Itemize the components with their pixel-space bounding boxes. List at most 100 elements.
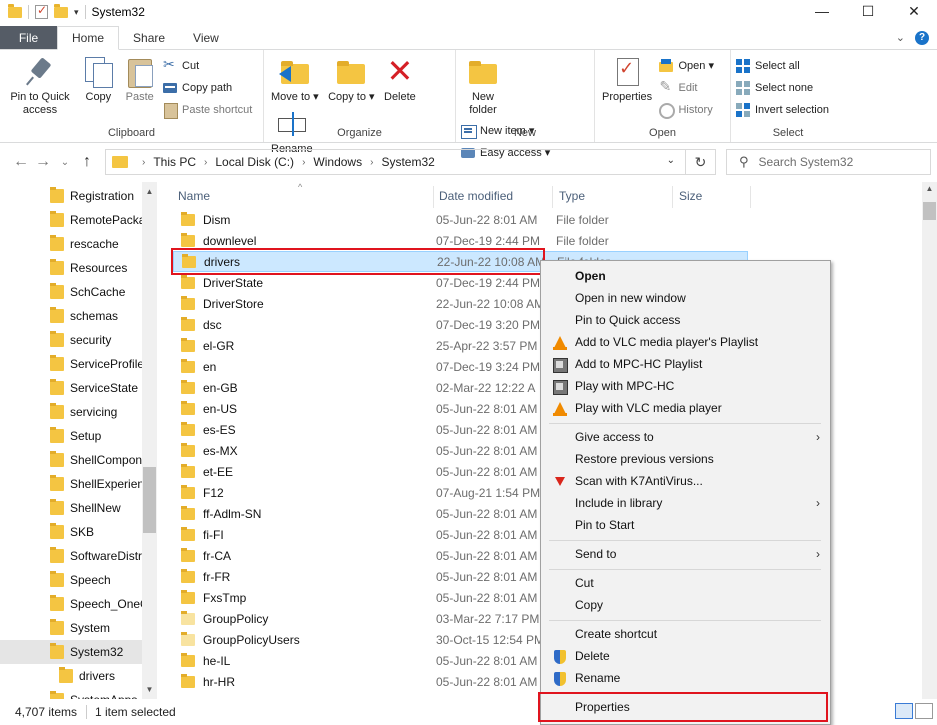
nav-item[interactable]: servicing [0, 400, 142, 424]
nav-item[interactable]: Registration [0, 184, 142, 208]
tab-file[interactable]: File [0, 26, 57, 49]
menu-item-scan-k7[interactable]: Scan with K7AntiVirus... [543, 470, 828, 492]
properties-icon[interactable] [35, 3, 48, 19]
nav-item[interactable]: ShellNew [0, 496, 142, 520]
menu-item-play-mpc[interactable]: Play with MPC-HC [543, 375, 828, 397]
menu-item-play-vlc[interactable]: Play with VLC media player [543, 397, 828, 419]
select-none-button[interactable]: Select none [735, 78, 829, 97]
chevron-down-icon[interactable]: ⌄ [667, 155, 675, 166]
breadcrumb-this-pc[interactable]: This PC [153, 155, 196, 169]
menu-item-rename[interactable]: Rename [543, 667, 828, 689]
menu-item-open-new-window[interactable]: Open in new window [543, 287, 828, 309]
chevron-right-icon[interactable]: › [204, 157, 207, 168]
nav-item[interactable]: ShellCompon [0, 448, 142, 472]
column-header-size[interactable]: Size [679, 182, 702, 210]
nav-item[interactable]: RemotePacka [0, 208, 142, 232]
copy-button[interactable]: Copy [79, 54, 117, 106]
nav-item[interactable]: schemas [0, 304, 142, 328]
edit-button[interactable]: Edit [658, 78, 714, 97]
breadcrumb-local-disk[interactable]: Local Disk (C:) [215, 155, 294, 169]
nav-item[interactable]: ShellExperien [0, 472, 142, 496]
file-row[interactable]: Dism 05-Jun-22 8:01 AM File folder [173, 209, 748, 230]
search-input[interactable]: ⚲ Search System32 [726, 149, 931, 175]
scroll-up-icon[interactable]: ▲ [142, 184, 157, 199]
file-row[interactable]: downlevel 07-Dec-19 2:44 PM File folder [173, 230, 748, 251]
paste-shortcut-button[interactable]: Paste shortcut [162, 100, 252, 119]
up-arrow-icon[interactable]: ↑ [76, 153, 98, 171]
menu-item-delete[interactable]: Delete [543, 645, 828, 667]
nav-item[interactable]: SystemApps [0, 688, 142, 699]
pin-to-quick-access-button[interactable]: Pin to Quick access [4, 54, 76, 119]
nav-item[interactable]: Setup [0, 424, 142, 448]
nav-item[interactable]: System [0, 616, 142, 640]
invert-selection-button[interactable]: Invert selection [735, 100, 829, 119]
menu-item-pin-start[interactable]: Pin to Start [543, 514, 828, 536]
open-button[interactable]: Open ▾ [658, 56, 714, 75]
nav-item[interactable]: SoftwareDistr [0, 544, 142, 568]
paste-button[interactable]: Paste [121, 54, 159, 106]
nav-scrollbar[interactable]: ▲ ▼ [142, 182, 157, 699]
scroll-down-icon[interactable]: ▼ [142, 682, 157, 697]
new-folder-button[interactable]: New folder [460, 54, 506, 119]
nav-item[interactable]: System32 [0, 640, 142, 664]
details-view-icon[interactable] [895, 703, 913, 719]
address-bar[interactable]: › This PC › Local Disk (C:) › Windows › Syst… [105, 149, 716, 175]
maximize-button[interactable]: ☐ [845, 0, 891, 22]
expand-ribbon-icon[interactable]: ⌄ [896, 31, 905, 44]
nav-item[interactable]: Speech [0, 568, 142, 592]
delete-button[interactable]: ✕ Delete [381, 54, 419, 106]
copy-to-button[interactable]: Copy to ▾ [325, 54, 378, 106]
nav-item[interactable]: ServiceState [0, 376, 142, 400]
close-button[interactable]: ✕ [891, 0, 937, 22]
menu-item-open[interactable]: Open [543, 265, 828, 287]
select-all-button[interactable]: Select all [735, 56, 829, 75]
menu-item-restore-versions[interactable]: Restore previous versions [543, 448, 828, 470]
help-icon[interactable]: ? [915, 30, 929, 45]
properties-button[interactable]: Properties [599, 54, 655, 106]
nav-item[interactable]: Resources [0, 256, 142, 280]
nav-item[interactable]: SchCache [0, 280, 142, 304]
copy-path-button[interactable]: Copy path [162, 78, 252, 97]
minimize-button[interactable]: — [799, 0, 845, 22]
chevron-right-icon[interactable]: › [142, 157, 145, 168]
column-header-name[interactable]: Name [178, 182, 210, 210]
large-icons-view-icon[interactable] [915, 703, 933, 719]
nav-item[interactable]: drivers [0, 664, 142, 688]
breadcrumb-system32[interactable]: System32 [381, 155, 434, 169]
history-button[interactable]: History [658, 100, 714, 119]
forward-arrow-icon[interactable]: → [32, 153, 54, 171]
menu-item-include-library[interactable]: Include in library › [543, 492, 828, 514]
refresh-icon[interactable]: ↻ [685, 150, 715, 174]
file-list-scrollbar[interactable]: ▲ [922, 182, 937, 699]
menu-item-vlc-playlist[interactable]: Add to VLC media player's Playlist [543, 331, 828, 353]
nav-item[interactable]: rescache [0, 232, 142, 256]
menu-item-pin-quick-access[interactable]: Pin to Quick access [543, 309, 828, 331]
column-header-date[interactable]: Date modified [439, 182, 513, 210]
tab-home[interactable]: Home [57, 26, 120, 50]
nav-item[interactable]: Speech_OneC [0, 592, 142, 616]
nav-item[interactable]: SKB [0, 520, 142, 544]
menu-item-copy[interactable]: Copy [543, 594, 828, 616]
menu-item-send-to[interactable]: Send to › [543, 543, 828, 565]
tab-view[interactable]: View [179, 26, 233, 49]
back-arrow-icon[interactable]: ← [10, 153, 32, 171]
nav-item[interactable]: security [0, 328, 142, 352]
menu-item-create-shortcut[interactable]: Create shortcut [543, 623, 828, 645]
menu-item-cut[interactable]: Cut [543, 572, 828, 594]
chevron-right-icon[interactable]: › [302, 157, 305, 168]
chevron-right-icon[interactable]: › [370, 157, 373, 168]
scroll-thumb[interactable] [143, 467, 156, 533]
customize-toolbar-icon[interactable]: ▾ [74, 7, 79, 18]
breadcrumb-windows[interactable]: Windows [313, 155, 362, 169]
move-to-button[interactable]: Move to ▾ [268, 54, 322, 106]
tab-share[interactable]: Share [119, 26, 179, 49]
cut-button[interactable]: Cut [162, 56, 252, 75]
new-folder-icon[interactable] [54, 3, 68, 18]
scroll-up-icon[interactable]: ▲ [922, 184, 937, 193]
nav-item[interactable]: ServiceProfile [0, 352, 142, 376]
menu-item-mpc-playlist[interactable]: Add to MPC-HC Playlist [543, 353, 828, 375]
column-header-type[interactable]: Type [559, 182, 585, 210]
scroll-thumb[interactable] [923, 202, 936, 220]
menu-item-give-access[interactable]: Give access to › [543, 426, 828, 448]
recent-locations-icon[interactable]: ⌄ [54, 157, 76, 168]
